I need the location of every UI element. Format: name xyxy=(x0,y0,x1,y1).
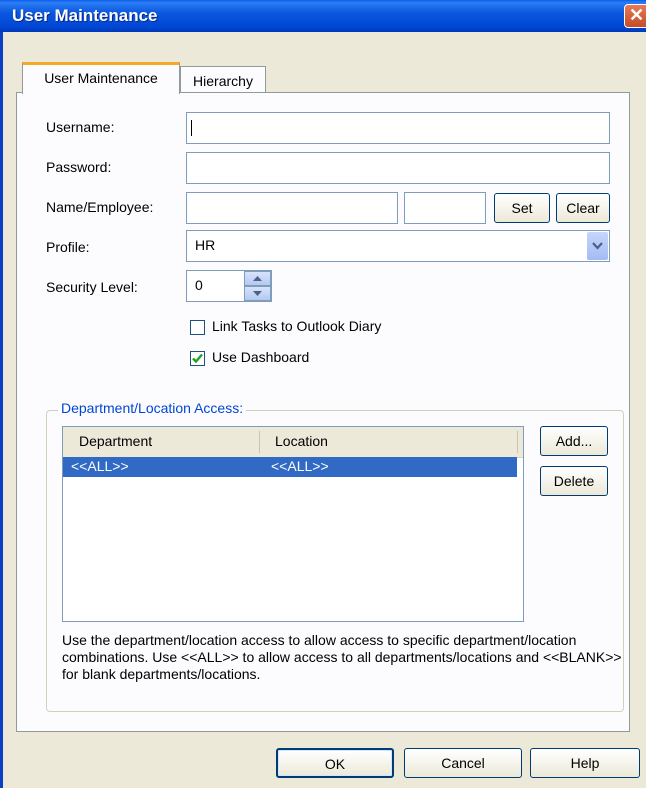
profile-label: Profile: xyxy=(46,239,90,255)
chevron-down-icon[interactable] xyxy=(587,232,608,260)
column-separator[interactable] xyxy=(259,431,260,453)
add-button[interactable]: Add... xyxy=(540,426,608,456)
checkmark-icon xyxy=(192,353,203,364)
chevron-up-icon xyxy=(253,276,262,281)
profile-value: HR xyxy=(195,237,216,253)
spin-up-button[interactable] xyxy=(244,271,271,286)
tab-user-maintenance[interactable]: User Maintenance xyxy=(22,62,180,94)
row-location: <<ALL>> xyxy=(271,458,329,474)
link-tasks-label[interactable]: Link Tasks to Outlook Diary xyxy=(212,318,381,334)
title-bar[interactable]: User Maintenance ✕ xyxy=(0,0,646,32)
link-tasks-checkbox[interactable] xyxy=(190,320,205,335)
list-header: Department Location xyxy=(63,427,523,458)
row-department: <<ALL>> xyxy=(71,458,129,474)
group-title: Department/Location Access: xyxy=(58,400,247,416)
access-list[interactable]: Department Location <<ALL>> <<ALL>> xyxy=(62,426,524,622)
spin-down-button[interactable] xyxy=(244,286,271,301)
user-maintenance-dialog: User Maintenance ✕ User Maintenance Hier… xyxy=(0,0,646,788)
use-dashboard-checkbox[interactable] xyxy=(190,351,205,366)
password-label: Password: xyxy=(46,159,112,175)
username-input[interactable] xyxy=(186,112,610,144)
security-level-value: 0 xyxy=(195,277,203,293)
security-level-label: Security Level: xyxy=(46,279,138,295)
name-employee-label: Name/Employee: xyxy=(46,199,154,215)
column-header-location[interactable]: Location xyxy=(275,433,328,449)
window-title: User Maintenance xyxy=(12,6,158,25)
password-input[interactable] xyxy=(186,152,610,184)
column-separator[interactable] xyxy=(517,431,518,453)
chevron-down-small-icon xyxy=(253,291,262,296)
use-dashboard-label[interactable]: Use Dashboard xyxy=(212,349,309,365)
close-button[interactable]: ✕ xyxy=(624,4,646,28)
column-header-department[interactable]: Department xyxy=(79,433,152,449)
text-caret xyxy=(191,120,192,137)
clear-button[interactable]: Clear xyxy=(556,193,610,223)
ok-button[interactable]: OK xyxy=(276,748,394,778)
profile-select[interactable]: HR xyxy=(186,230,610,262)
name-input[interactable] xyxy=(186,192,398,224)
access-help-text: Use the department/location access to al… xyxy=(62,632,622,682)
employee-input[interactable] xyxy=(404,192,486,224)
cancel-button[interactable]: Cancel xyxy=(404,748,522,778)
tab-hierarchy[interactable]: Hierarchy xyxy=(180,66,266,94)
set-button[interactable]: Set xyxy=(494,193,550,223)
close-icon: ✕ xyxy=(629,5,645,25)
list-item[interactable]: <<ALL>> <<ALL>> xyxy=(63,457,517,477)
window-border xyxy=(0,32,3,788)
username-label: Username: xyxy=(46,119,115,135)
delete-button[interactable]: Delete xyxy=(540,466,608,496)
help-button[interactable]: Help xyxy=(530,748,640,778)
